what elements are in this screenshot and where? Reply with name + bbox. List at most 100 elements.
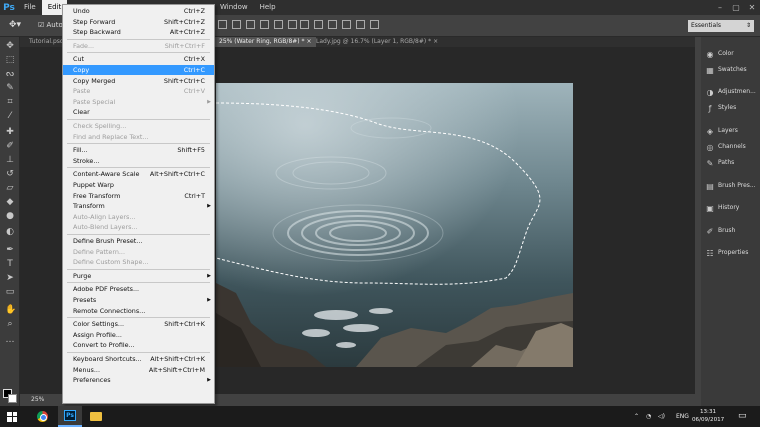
align-top-icon[interactable] — [218, 20, 227, 29]
distribute-icon[interactable] — [314, 20, 323, 29]
menu-item-remote-connections[interactable]: Remote Connections... — [63, 306, 214, 316]
panel-history[interactable]: ▣ History — [701, 201, 760, 215]
path-select-tool-icon[interactable]: ➤ — [5, 273, 15, 283]
brush-tool-icon[interactable]: ✐ — [5, 141, 15, 151]
align-bottom-icon[interactable] — [246, 20, 255, 29]
menu-item-presets[interactable]: Presets ▶ — [63, 295, 214, 305]
eraser-tool-icon[interactable]: ▱ — [5, 183, 15, 193]
menu-item-assign-profile[interactable]: Assign Profile... — [63, 330, 214, 340]
menu-window[interactable]: Window — [214, 0, 254, 15]
align-middle-icon[interactable] — [232, 20, 241, 29]
tab-lady[interactable]: Lady.jpg @ 16.7% (Layer 1, RGB/8#) * × — [312, 37, 442, 47]
menu-item-free-transform[interactable]: Free Transform Ctrl+T — [63, 191, 214, 201]
close-icon[interactable]: × — [306, 38, 311, 45]
panel-color[interactable]: ◉ Color — [701, 47, 760, 61]
align-buttons — [218, 20, 297, 29]
tab-water-ring-label: 25% (Water Ring, RGB/8#) * — [219, 38, 305, 45]
align-left-icon[interactable] — [260, 20, 269, 29]
menu-item-menus[interactable]: Menus... Alt+Shift+Ctrl+M — [63, 365, 214, 375]
crop-tool-icon[interactable]: ⌗ — [5, 97, 15, 107]
type-tool-icon[interactable]: T — [5, 259, 15, 269]
panel-adjustments[interactable]: ◑ Adjustmen... — [701, 85, 760, 99]
quick-select-tool-icon[interactable]: ✎ — [5, 83, 15, 93]
zoom-tool-icon[interactable]: ⌕ — [5, 319, 15, 329]
panel-dock: ◉ Color ▦ Swatches ◑ Adjustmen... ƒ Styl… — [701, 37, 760, 406]
menu-separator — [67, 317, 210, 319]
menu-item-stroke[interactable]: Stroke... — [63, 156, 214, 166]
menu-item-fill[interactable]: Fill... Shift+F5 — [63, 145, 214, 155]
panel-swatches[interactable]: ▦ Swatches — [701, 63, 760, 77]
hand-tool-icon[interactable]: ✋ — [5, 305, 16, 315]
panel-paths[interactable]: ✎ Paths — [701, 156, 760, 170]
menu-item-adobe-pdf-presets[interactable]: Adobe PDF Presets... — [63, 284, 214, 294]
panel-styles[interactable]: ƒ Styles — [701, 101, 760, 115]
align-center-icon[interactable] — [274, 20, 283, 29]
move-tool-icon[interactable]: ✥ — [5, 41, 15, 51]
distribute-icon[interactable] — [370, 20, 379, 29]
menu-item-keyboard-shortcuts[interactable]: Keyboard Shortcuts... Alt+Shift+Ctrl+K — [63, 354, 214, 364]
menu-help[interactable]: Help — [254, 0, 282, 15]
auto-select-checkbox[interactable]: ☑ Auto — [38, 21, 63, 29]
zoom-level[interactable]: 25% — [31, 396, 44, 403]
menu-item-convert-to-profile[interactable]: Convert to Profile... — [63, 340, 214, 350]
menu-item-step-backward[interactable]: Step Backward Alt+Ctrl+Z — [63, 27, 214, 37]
menu-item-clear[interactable]: Clear — [63, 107, 214, 117]
eyedropper-tool-icon[interactable]: ⁄ — [5, 111, 15, 121]
close-icon[interactable]: ✕ — [744, 0, 760, 15]
volume-icon[interactable]: ◁) — [658, 406, 665, 427]
more-tools-icon[interactable]: … — [5, 335, 15, 345]
close-icon[interactable]: × — [433, 38, 438, 45]
menu-item-purge[interactable]: Purge ▶ — [63, 271, 214, 281]
panel-properties[interactable]: ☷ Properties — [701, 246, 760, 260]
menu-item-copy-merged[interactable]: Copy Merged Shift+Ctrl+C — [63, 76, 214, 86]
distribute-icon[interactable] — [328, 20, 337, 29]
chevron-up-icon[interactable]: ⌃ — [634, 406, 639, 427]
menu-item-undo[interactable]: Undo Ctrl+Z — [63, 6, 214, 16]
menu-item-color-settings[interactable]: Color Settings... Shift+Ctrl+K — [63, 319, 214, 329]
dodge-tool-icon[interactable]: ◐ — [5, 227, 15, 237]
notifications-icon[interactable]: ▭ — [738, 406, 747, 427]
distribute-icon[interactable] — [356, 20, 365, 29]
maximize-icon[interactable]: ▢ — [728, 0, 744, 15]
network-icon[interactable]: ◔ — [646, 406, 651, 427]
distribute-icon[interactable] — [300, 20, 309, 29]
taskbar-file-explorer[interactable] — [84, 406, 108, 427]
menu-item-content-aware-scale[interactable]: Content-Aware Scale Alt+Shift+Ctrl+C — [63, 169, 214, 179]
menu-item-cut[interactable]: Cut Ctrl+X — [63, 54, 214, 64]
workspace-select[interactable]: Essentials ⇕ — [688, 20, 754, 32]
menu-item-puppet-warp[interactable]: Puppet Warp — [63, 180, 214, 190]
align-right-icon[interactable] — [288, 20, 297, 29]
tab-water-ring[interactable]: 25% (Water Ring, RGB/8#) * × — [215, 37, 316, 47]
panel-brush-presets[interactable]: ▤ Brush Pres... — [701, 179, 760, 193]
menu-file[interactable]: File — [18, 0, 42, 15]
distribute-icon[interactable] — [342, 20, 351, 29]
shape-tool-icon[interactable]: ▭ — [5, 287, 15, 297]
history-brush-tool-icon[interactable]: ↺ — [5, 169, 15, 179]
background-color-swatch[interactable] — [8, 394, 17, 403]
menu-separator — [67, 38, 210, 40]
healing-tool-icon[interactable]: ✚ — [5, 127, 15, 137]
system-clock[interactable]: 13:31 06/09/2017 — [692, 408, 724, 424]
panel-layers[interactable]: ◈ Layers — [701, 124, 760, 138]
pen-tool-icon[interactable]: ✒ — [5, 245, 15, 255]
panel-brush[interactable]: ✐ Brush — [701, 224, 760, 238]
paint-bucket-tool-icon[interactable]: ◆ — [5, 197, 15, 207]
taskbar-photoshop[interactable]: Ps — [58, 406, 82, 427]
menu-item-copy[interactable]: Copy Ctrl+C — [63, 65, 214, 75]
document-image[interactable] — [216, 83, 573, 367]
language-indicator[interactable]: ENG — [676, 406, 689, 427]
blur-tool-icon[interactable]: ● — [5, 211, 15, 221]
stamp-tool-icon[interactable]: ⊥ — [5, 155, 15, 165]
menu-item-define-brush-preset[interactable]: Define Brush Preset... — [63, 236, 214, 246]
lasso-tool-icon[interactable]: ᔓ — [5, 69, 15, 79]
start-button[interactable] — [0, 406, 24, 427]
move-tool-icon[interactable]: ✥▾ — [9, 20, 21, 30]
taskbar-chrome[interactable] — [30, 406, 54, 427]
menu-item-step-forward[interactable]: Step Forward Shift+Ctrl+Z — [63, 17, 214, 27]
menu-item-transform[interactable]: Transform ▶ — [63, 201, 214, 211]
marquee-tool-icon[interactable]: ⬚ — [5, 55, 15, 65]
minimize-icon[interactable]: – — [712, 0, 728, 15]
menu-item-preferences[interactable]: Preferences ▶ — [63, 375, 214, 385]
panel-label: History — [718, 204, 740, 211]
panel-channels[interactable]: ◎ Channels — [701, 140, 760, 154]
